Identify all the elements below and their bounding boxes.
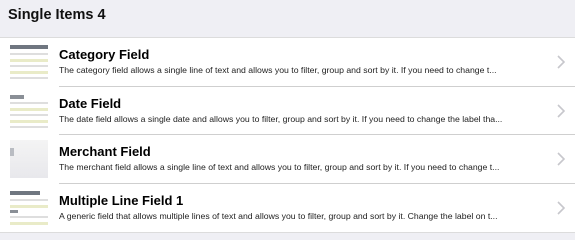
item-title: Merchant Field bbox=[59, 144, 151, 159]
list-item-category-field[interactable]: Category Field The category field allows… bbox=[0, 38, 575, 87]
item-title: Multiple Line Field 1 bbox=[59, 192, 184, 208]
field-preview-thumbnail bbox=[10, 91, 48, 130]
item-description: The merchant field allows a single line … bbox=[59, 162, 500, 172]
field-preview-thumbnail bbox=[10, 43, 48, 81]
section-header: Single Items 4 bbox=[0, 0, 575, 34]
item-title: Date Field bbox=[59, 95, 122, 111]
chevron-right-icon bbox=[557, 55, 565, 69]
list-item-date-field[interactable]: Date Field The date field allows a singl… bbox=[0, 87, 575, 136]
item-description: The date field allows a single date and … bbox=[59, 113, 503, 124]
field-preview-thumbnail bbox=[10, 140, 48, 178]
item-description: A generic field that allows multiple lin… bbox=[59, 210, 498, 221]
chevron-right-icon bbox=[557, 200, 565, 215]
field-preview-thumbnail bbox=[10, 188, 48, 227]
chevron-right-icon bbox=[557, 103, 565, 118]
item-description: The category field allows a single line … bbox=[59, 65, 497, 75]
item-title: Category Field bbox=[59, 47, 150, 62]
bottom-spacer bbox=[0, 233, 575, 240]
chevron-right-icon bbox=[557, 152, 565, 166]
section-title: Single Items 4 bbox=[8, 7, 106, 23]
field-list: Category Field The category field allows… bbox=[0, 37, 575, 233]
list-item-multiple-line-field-1[interactable]: Multiple Line Field 1 A generic field th… bbox=[0, 184, 575, 233]
list-item-merchant-field[interactable]: Merchant Field The merchant field allows… bbox=[0, 135, 575, 184]
